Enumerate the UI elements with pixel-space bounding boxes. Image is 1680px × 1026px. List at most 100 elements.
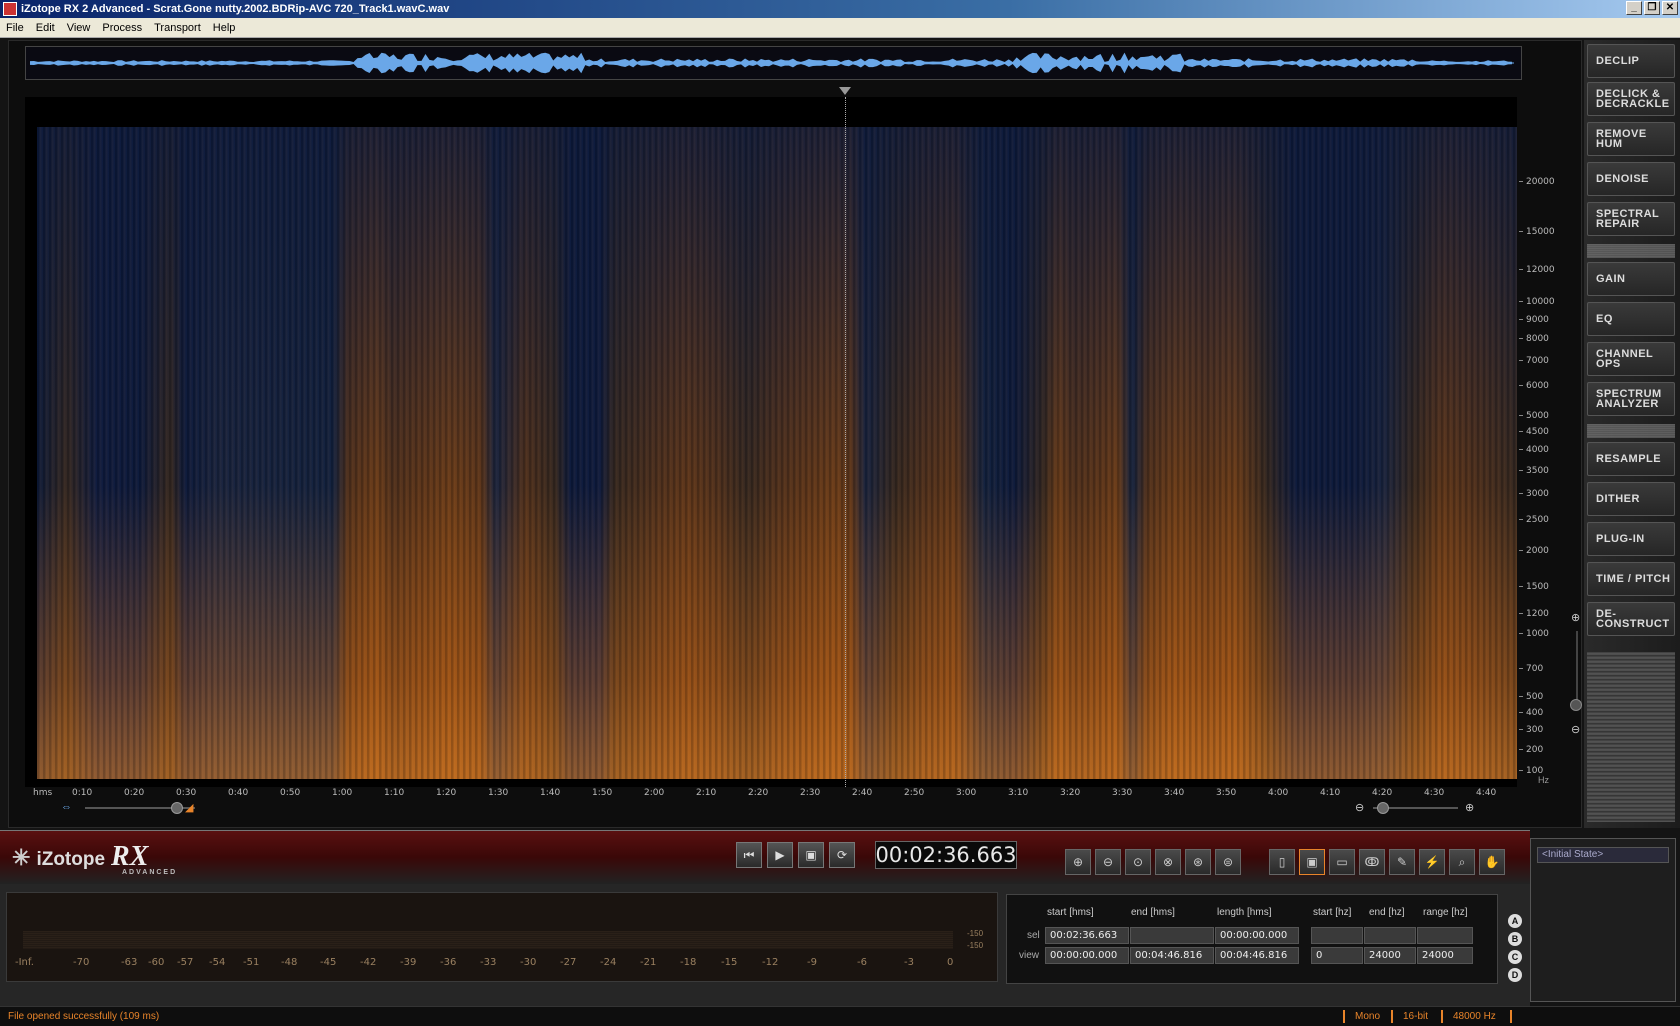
- status-channels: Mono: [1355, 1011, 1381, 1022]
- module-time-pitch-button[interactable]: TIME / PITCH: [1587, 562, 1675, 596]
- view-start-hz-field[interactable]: 0: [1311, 947, 1363, 964]
- menu-edit[interactable]: Edit: [30, 22, 61, 34]
- snapshot-a-button[interactable]: A: [1508, 914, 1522, 928]
- snapshot-c-button[interactable]: C: [1508, 950, 1522, 964]
- zoom-fit-tool[interactable]: ⊗: [1155, 849, 1181, 875]
- spectrogram-blend-icon[interactable]: ◢: [185, 801, 193, 814]
- freq-select-tool[interactable]: ▭: [1329, 849, 1355, 875]
- sel-end-hz-field[interactable]: [1364, 927, 1416, 944]
- history-item[interactable]: <Initial State>: [1537, 847, 1669, 863]
- zoom-selection-tool[interactable]: ⊙: [1125, 849, 1151, 875]
- freq-tick: 10000: [1519, 297, 1555, 307]
- module-eq-button[interactable]: EQ: [1587, 302, 1675, 336]
- lasso-tool[interactable]: ↂ: [1359, 849, 1385, 875]
- meter-scale-label: -30: [520, 957, 537, 968]
- sel-start-field[interactable]: 00:02:36.663: [1045, 927, 1129, 944]
- sel-end-field[interactable]: [1130, 927, 1214, 944]
- module-plugin-button[interactable]: PLUG-IN: [1587, 522, 1675, 556]
- sel-range-hz-field[interactable]: [1417, 927, 1473, 944]
- time-tick: 1:40: [540, 788, 561, 798]
- module-spectral-repair-button[interactable]: SPECTRAL REPAIR: [1587, 202, 1675, 236]
- module-spectrum-analyzer-button[interactable]: SPECTRUM ANALYZER: [1587, 382, 1675, 416]
- vertical-zoom-knob[interactable]: [1570, 699, 1582, 711]
- module-gain-button[interactable]: GAIN: [1587, 262, 1675, 296]
- freq-tick: 700: [1519, 664, 1543, 674]
- zoom-in-icon[interactable]: ⊕: [1571, 611, 1580, 624]
- freq-tick: 500: [1519, 692, 1543, 702]
- module-rack: DECLIP DECLICK & DECRACKLE REMOVE HUM DE…: [1584, 40, 1680, 828]
- status-bitdepth: 16-bit: [1403, 1011, 1429, 1022]
- module-denoise-button[interactable]: DENOISE: [1587, 162, 1675, 196]
- minimize-button[interactable]: _: [1626, 1, 1642, 15]
- vertical-zoom-control[interactable]: ⊕ ⊖: [1569, 611, 1585, 791]
- time-tick: 1:10: [384, 788, 405, 798]
- time-tick: 2:40: [852, 788, 873, 798]
- zoom-out-icon[interactable]: ⊖: [1571, 723, 1580, 736]
- view-range-hz-field[interactable]: 24000: [1417, 947, 1473, 964]
- hz-unit-label: Hz: [1538, 775, 1549, 785]
- menu-view[interactable]: View: [61, 22, 97, 34]
- status-divider: [1343, 1010, 1345, 1023]
- play-button[interactable]: ▶: [767, 842, 793, 868]
- zoom-in-tool[interactable]: ⊕: [1065, 849, 1091, 875]
- freq-zoom-slider[interactable]: ⊖ ⊕: [1355, 801, 1485, 815]
- zoom-freq-tool[interactable]: ⊜: [1215, 849, 1241, 875]
- maximize-button[interactable]: ❐: [1644, 1, 1660, 15]
- playhead-line: [845, 97, 846, 787]
- hand-tool[interactable]: ✋: [1479, 849, 1505, 875]
- module-resample-button[interactable]: RESAMPLE: [1587, 442, 1675, 476]
- playhead-marker[interactable]: [839, 87, 851, 95]
- freq-tick: 1000: [1519, 629, 1549, 639]
- loop-button[interactable]: ⟳: [829, 842, 855, 868]
- snapshot-d-button[interactable]: D: [1508, 968, 1522, 982]
- time-tick: hms: [33, 788, 53, 798]
- app-icon: [3, 2, 17, 16]
- spectrogram-canvas[interactable]: [25, 97, 1517, 787]
- module-declip-button[interactable]: DECLIP: [1587, 44, 1675, 78]
- zoom-tool[interactable]: ⌕: [1449, 849, 1475, 875]
- wand-tool[interactable]: ⚡: [1419, 849, 1445, 875]
- menu-help[interactable]: Help: [207, 22, 242, 34]
- menu-file[interactable]: File: [0, 22, 30, 34]
- time-tick: 3:40: [1164, 788, 1185, 798]
- time-select-tool[interactable]: ▯: [1269, 849, 1295, 875]
- brush-icon: ✎: [1396, 855, 1408, 869]
- menu-process[interactable]: Process: [96, 22, 148, 34]
- time-tick: 2:50: [904, 788, 925, 798]
- zoom-out-tool[interactable]: ⊖: [1095, 849, 1121, 875]
- fit-time-icon[interactable]: ⇔: [61, 801, 72, 813]
- col-header: start [hz]: [1313, 907, 1352, 918]
- sel-length-field[interactable]: 00:00:00.000: [1215, 927, 1299, 944]
- view-start-field[interactable]: 00:00:00.000: [1045, 947, 1129, 964]
- freq-tick: 2500: [1519, 515, 1549, 525]
- snapshot-b-button[interactable]: B: [1508, 932, 1522, 946]
- freq-tick: 200: [1519, 745, 1543, 755]
- freq-tick: 6000: [1519, 381, 1549, 391]
- rack-divider: [1587, 424, 1675, 438]
- rect-select-tool[interactable]: ▣: [1299, 849, 1325, 875]
- skip-back-icon: ⏮: [743, 847, 755, 862]
- meter-scale-label: -42: [360, 957, 377, 968]
- view-length-field[interactable]: 00:04:46.816: [1215, 947, 1299, 964]
- module-remove-hum-button[interactable]: REMOVE HUM: [1587, 122, 1675, 156]
- view-end-hz-field[interactable]: 24000: [1364, 947, 1416, 964]
- zoom-out-icon[interactable]: ⊖: [1355, 801, 1364, 814]
- zoom-time-tool[interactable]: ⊛: [1185, 849, 1211, 875]
- zoom-in-icon[interactable]: ⊕: [1465, 801, 1474, 814]
- col-header: length [hms]: [1217, 907, 1272, 918]
- sel-start-hz-field[interactable]: [1311, 927, 1363, 944]
- module-declick-button[interactable]: DECLICK & DECRACKLE: [1587, 82, 1675, 116]
- skip-back-button[interactable]: ⏮: [736, 842, 762, 868]
- brush-tool[interactable]: ✎: [1389, 849, 1415, 875]
- time-zoom-knob[interactable]: [171, 802, 183, 814]
- module-channel-ops-button[interactable]: CHANNEL OPS: [1587, 342, 1675, 376]
- freq-zoom-knob[interactable]: [1377, 802, 1389, 814]
- close-button[interactable]: ✕: [1662, 1, 1678, 15]
- time-zoom-slider[interactable]: ⇔ ◢: [61, 801, 231, 815]
- play-selection-button[interactable]: ▣: [798, 842, 824, 868]
- module-dither-button[interactable]: DITHER: [1587, 482, 1675, 516]
- waveform-overview[interactable]: [25, 46, 1522, 80]
- view-end-field[interactable]: 00:04:46.816: [1130, 947, 1214, 964]
- menu-transport[interactable]: Transport: [148, 22, 207, 34]
- module-deconstruct-button[interactable]: DE-CONSTRUCT: [1587, 602, 1675, 636]
